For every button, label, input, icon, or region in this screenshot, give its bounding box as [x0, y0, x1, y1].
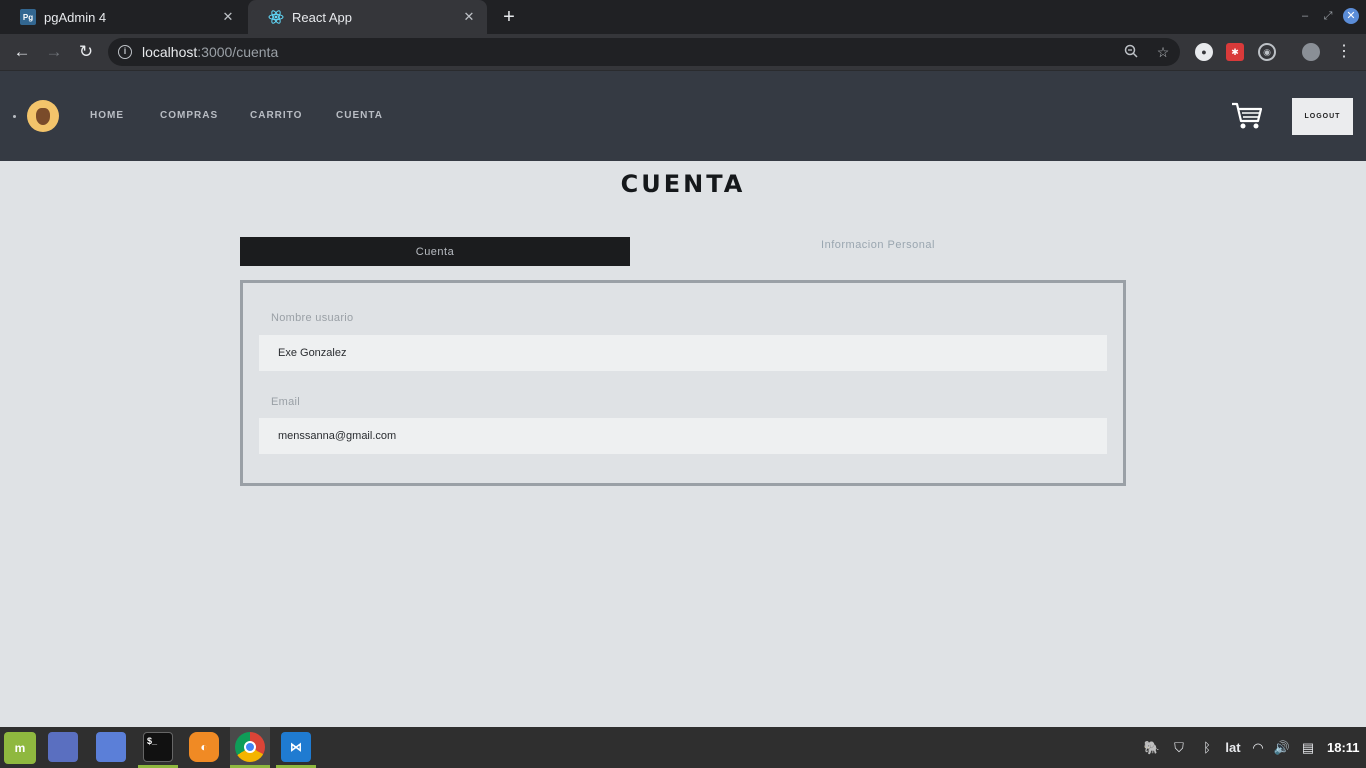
page-title: CUENTA [620, 170, 746, 198]
address-bar[interactable]: i localhost:3000/cuenta ☆ [108, 38, 1180, 66]
minimize-window-icon[interactable]: – [1297, 8, 1313, 24]
new-tab-button[interactable]: + [498, 6, 520, 28]
volume-icon[interactable]: 🔊 [1273, 738, 1291, 758]
zoom-icon[interactable] [1123, 44, 1139, 60]
bookmark-star-icon[interactable]: ☆ [1155, 44, 1171, 60]
terminal-icon[interactable]: $_ [143, 732, 173, 762]
nav-home[interactable]: HOME [90, 110, 124, 121]
nav-compras[interactable]: COMPRAS [160, 110, 218, 121]
tab-informacion-personal[interactable]: Informacion Personal [630, 237, 1126, 253]
mint-menu-icon[interactable]: m [4, 732, 36, 764]
tab-title: pgAdmin 4 [44, 9, 107, 25]
close-tab-icon[interactable]: ✕ [461, 9, 477, 25]
forward-arrow-icon[interactable]: → [42, 40, 66, 64]
url-text: localhost:3000/cuenta [142, 44, 279, 60]
postgres-tray-icon[interactable]: 🐘 [1141, 738, 1163, 758]
nav-cuenta[interactable]: CUENTA [336, 110, 383, 121]
site-info-icon[interactable]: i [118, 45, 132, 59]
username-label: Nombre usuario [271, 312, 354, 324]
firefox-icon[interactable]: ◐ [189, 732, 219, 762]
tab-cuenta[interactable]: Cuenta [240, 237, 630, 266]
pgadmin-favicon-icon: Pg [20, 9, 36, 25]
shopping-cart-icon[interactable] [1231, 101, 1263, 131]
username-field[interactable] [259, 335, 1107, 371]
files-icon[interactable] [48, 732, 78, 762]
extension-red-icon[interactable]: ✱ [1226, 43, 1244, 61]
restore-window-icon[interactable]: ⤢ [1320, 8, 1336, 24]
browser-tab-pgadmin[interactable]: Pg pgAdmin 4 ✕ [0, 0, 246, 34]
folder-icon[interactable] [96, 732, 126, 762]
close-window-icon[interactable]: ✕ [1343, 8, 1359, 24]
tab-title: React App [292, 9, 352, 25]
react-favicon-icon [268, 9, 284, 25]
nav-carrito[interactable]: CARRITO [250, 110, 302, 121]
bluetooth-icon[interactable]: ᛒ [1199, 738, 1215, 758]
browser-menu-icon[interactable]: ⋮ [1332, 40, 1356, 64]
browser-toolbar: ← → ↻ i localhost:3000/cuenta ☆ ● ✱ ◉ ⋮ [0, 34, 1366, 71]
keyboard-layout-label[interactable]: lat [1222, 738, 1244, 758]
taskbar: m $_ ◐ ⋈ 🐘 ⛉ ᛒ lat ◠ 🔊 ▤ 18:11 [0, 727, 1366, 768]
clipboard-icon[interactable]: ▤ [1300, 738, 1316, 758]
header-dot [13, 115, 16, 118]
email-label: Email [271, 396, 301, 408]
reload-icon[interactable]: ↻ [74, 40, 98, 64]
close-tab-icon[interactable]: ✕ [220, 9, 236, 25]
profile-avatar[interactable] [1302, 43, 1320, 61]
back-arrow-icon[interactable]: ← [10, 40, 34, 64]
wifi-icon[interactable]: ◠ [1249, 738, 1267, 758]
app-header: HOME COMPRAS CARRITO CUENTA LOGOUT [0, 71, 1366, 161]
email-field[interactable] [259, 418, 1107, 454]
extension-icon[interactable]: ● [1195, 43, 1213, 61]
shield-icon[interactable]: ⛉ [1170, 738, 1188, 758]
vscode-icon[interactable]: ⋈ [281, 732, 311, 762]
logout-button[interactable]: LOGOUT [1292, 98, 1353, 135]
browser-tab-strip: Pg pgAdmin 4 ✕ React App ✕ + – ⤢ ✕ [0, 0, 1366, 34]
browser-tab-react-app[interactable]: React App ✕ [248, 0, 487, 34]
chrome-icon[interactable] [235, 732, 265, 762]
mate-logo-icon[interactable] [27, 100, 59, 132]
account-panel: Nombre usuario Email [240, 280, 1126, 486]
extension-target-icon[interactable]: ◉ [1258, 43, 1276, 61]
clock[interactable]: 18:11 [1327, 740, 1360, 755]
